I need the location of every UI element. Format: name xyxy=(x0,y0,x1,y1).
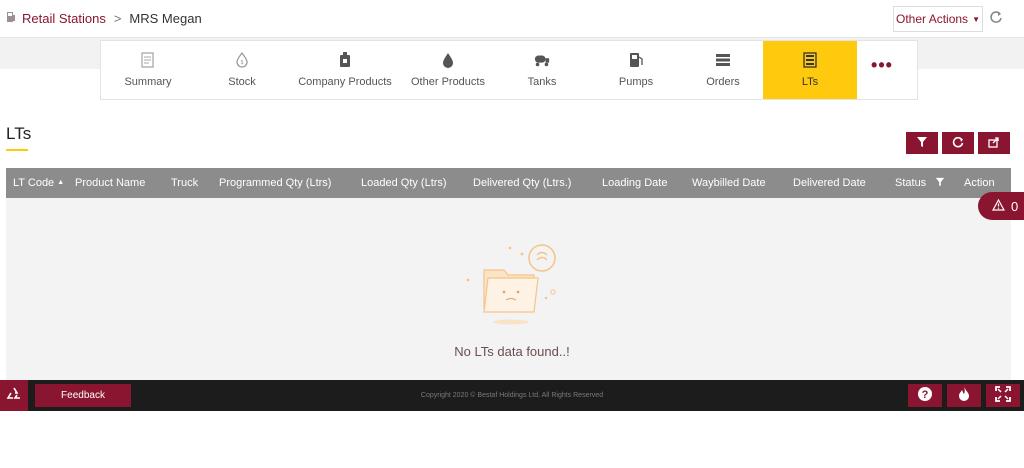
footer: Feedback Copyright 2020 © Bestaf Holding… xyxy=(0,380,1024,411)
tab-label: LTs xyxy=(801,76,819,88)
column-header[interactable]: Status xyxy=(895,177,945,190)
pump-icon xyxy=(628,52,644,68)
column-header[interactable]: Loaded Qty (Ltrs) xyxy=(361,177,447,189)
svg-text:$: $ xyxy=(241,60,244,66)
tab-summary[interactable]: Summary xyxy=(101,41,195,99)
caret-down-icon: ▼ xyxy=(972,14,980,24)
tank-icon xyxy=(534,52,550,68)
other-actions-dropdown[interactable]: Other Actions ▼ xyxy=(893,6,983,32)
more-tabs-button[interactable]: ••• xyxy=(857,41,907,99)
summary-icon xyxy=(140,52,156,68)
table-header: LT Code ▲ Product Name Truck Programmed … xyxy=(6,168,1011,198)
column-header: Action xyxy=(964,177,995,189)
tab-label: Company Products xyxy=(298,76,392,88)
page: Retail Stations > MRS Megan Other Action… xyxy=(0,0,1024,468)
stock-icon: $ xyxy=(234,52,250,68)
tab-label: Stock xyxy=(228,76,256,88)
copyright-text: Copyright 2020 © Bestaf Holdings Ltd. Al… xyxy=(420,392,604,399)
help-icon: ? xyxy=(917,386,933,405)
warning-icon xyxy=(991,198,1006,214)
flame-button[interactable] xyxy=(947,384,981,407)
export-icon xyxy=(988,136,1000,151)
tab-label: Tanks xyxy=(527,76,557,88)
lts-icon xyxy=(802,52,818,68)
breadcrumb-retail-stations[interactable]: Retail Stations xyxy=(22,11,106,26)
tab-label: Pumps xyxy=(618,76,654,88)
status-filter-icon[interactable] xyxy=(935,177,945,190)
tab-stock[interactable]: $ Stock xyxy=(195,41,289,99)
refresh-icon xyxy=(952,136,964,151)
fullscreen-button[interactable] xyxy=(986,384,1020,407)
column-header[interactable]: Product Name xyxy=(75,177,145,189)
breadcrumb-current: MRS Megan xyxy=(129,11,202,26)
sort-asc-icon: ▲ xyxy=(57,179,65,186)
tab-pumps[interactable]: Pumps xyxy=(589,41,683,99)
tab-company-products[interactable]: Company Products xyxy=(289,41,401,99)
station-icon xyxy=(6,11,16,26)
refresh-icon[interactable] xyxy=(987,10,1005,28)
breadcrumb: Retail Stations > MRS Megan xyxy=(6,11,202,26)
flame-icon xyxy=(957,386,971,405)
tab-other-products[interactable]: Other Products xyxy=(401,41,495,99)
page-title: LTs xyxy=(6,124,32,143)
column-header[interactable]: LT Code ▲ xyxy=(13,177,64,189)
breadcrumb-separator: > xyxy=(113,11,122,26)
filter-button[interactable] xyxy=(906,132,938,154)
station-tabs: Summary $ Stock Company Products Other P… xyxy=(100,40,918,100)
other-actions-label: Other Actions xyxy=(896,12,969,26)
column-header[interactable]: Loading Date xyxy=(602,177,667,189)
tab-label: Summary xyxy=(124,76,172,88)
filter-icon xyxy=(916,136,928,151)
top-bar: Retail Stations > MRS Megan Other Action… xyxy=(0,0,1024,38)
tab-tanks[interactable]: Tanks xyxy=(495,41,589,99)
svg-text:?: ? xyxy=(922,389,929,401)
column-header[interactable]: Truck xyxy=(171,177,198,189)
tab-lts[interactable]: LTs xyxy=(763,41,857,99)
orders-icon xyxy=(715,52,731,68)
column-header[interactable]: Delivered Date xyxy=(793,177,866,189)
column-header[interactable]: Waybilled Date xyxy=(692,177,766,189)
alerts-badge[interactable]: 0 xyxy=(978,192,1024,220)
title-underline xyxy=(6,149,28,151)
help-button[interactable]: ? xyxy=(908,384,942,407)
empty-state-message: No LTs data found..! xyxy=(454,344,570,359)
company-products-icon xyxy=(337,52,353,68)
drop-icon xyxy=(440,52,456,68)
export-button[interactable] xyxy=(978,132,1010,154)
tab-orders[interactable]: Orders xyxy=(683,41,763,99)
empty-folder-illustration xyxy=(460,240,560,335)
tab-label: Other Products xyxy=(411,76,485,88)
alerts-count: 0 xyxy=(1011,198,1019,214)
refresh-button[interactable] xyxy=(942,132,974,154)
column-header[interactable]: Programmed Qty (Ltrs) xyxy=(219,177,331,189)
fullscreen-icon xyxy=(995,386,1011,405)
tab-label: Orders xyxy=(706,76,740,88)
column-header[interactable]: Delivered Qty (Ltrs.) xyxy=(473,177,571,189)
